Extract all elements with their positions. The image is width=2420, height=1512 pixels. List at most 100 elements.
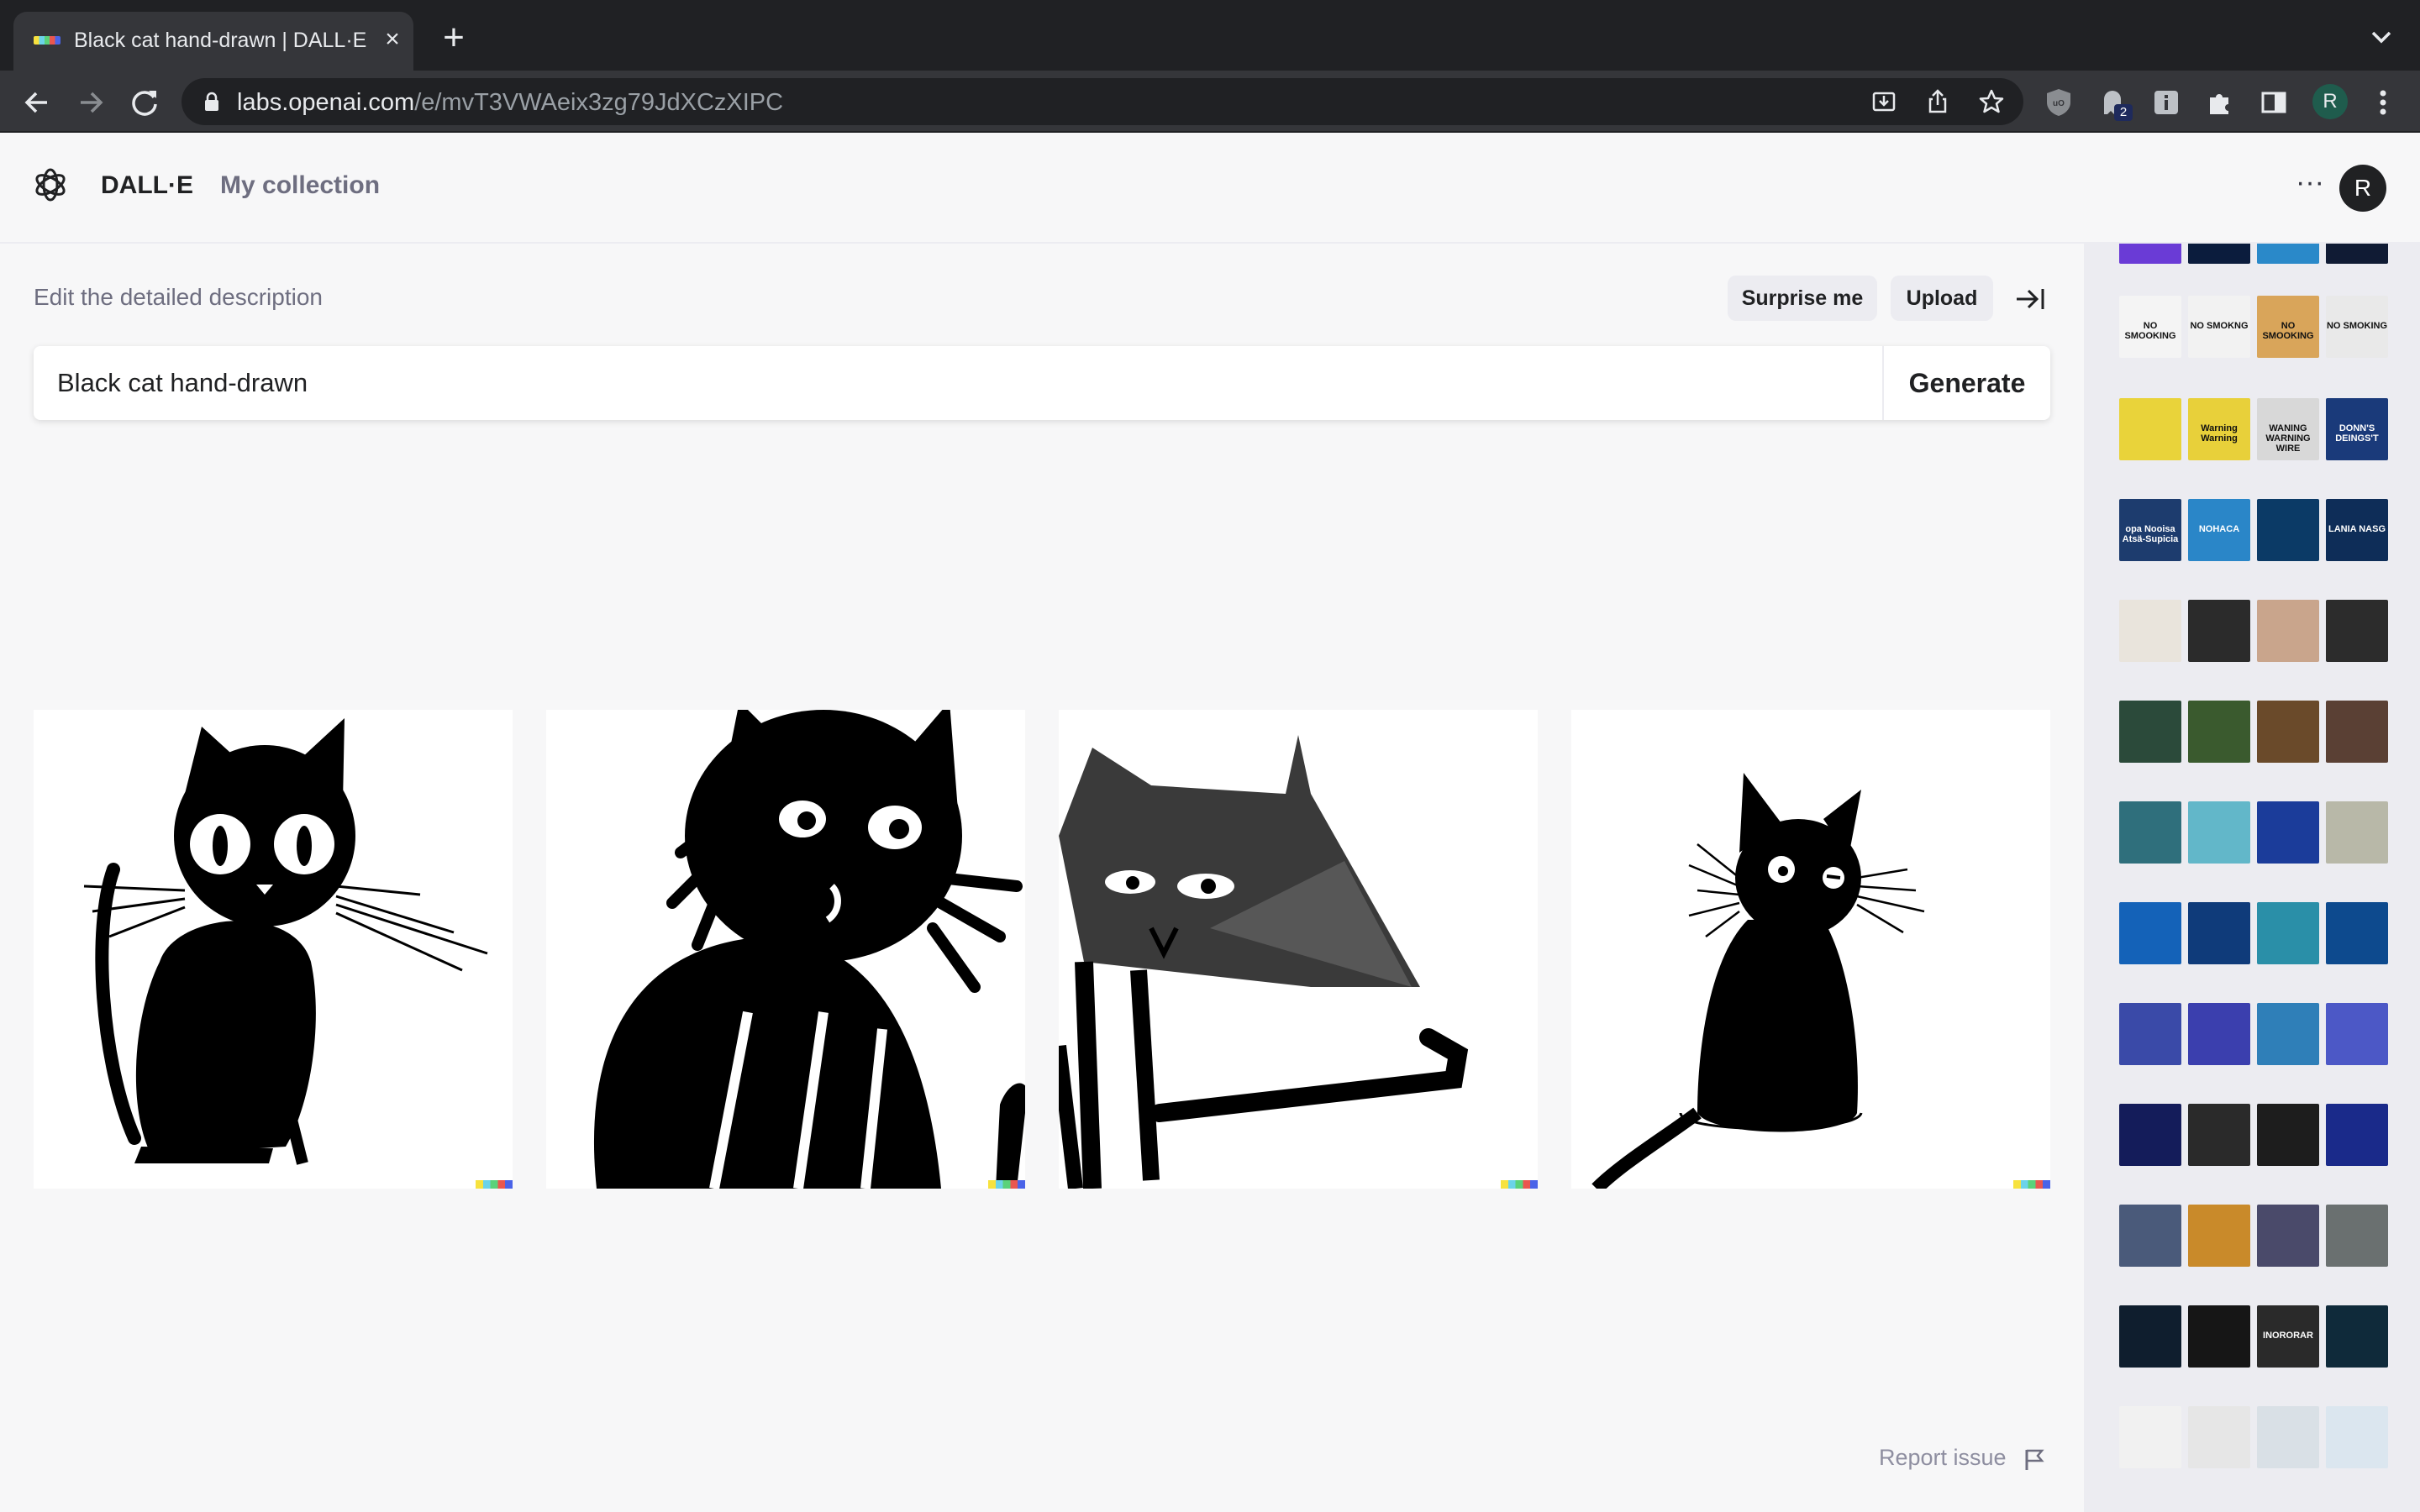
history-thumbnail[interactable] bbox=[2257, 801, 2319, 864]
history-thumbnail[interactable] bbox=[2119, 398, 2181, 460]
history-thumbnail[interactable] bbox=[2188, 801, 2250, 864]
history-thumbnail[interactable] bbox=[2188, 902, 2250, 964]
history-row-isometric-machines[interactable] bbox=[2119, 1406, 2388, 1468]
history-thumbnail[interactable] bbox=[2326, 600, 2388, 662]
prompt-input[interactable] bbox=[57, 346, 1872, 420]
result-image-1[interactable] bbox=[34, 710, 513, 1189]
forward-arrow-icon[interactable] bbox=[74, 86, 108, 119]
more-options-icon[interactable]: ··· bbox=[2292, 168, 2328, 197]
history-row-sunsets[interactable] bbox=[2119, 1205, 2388, 1267]
history-thumbnail[interactable] bbox=[2257, 499, 2319, 561]
history-thumbnail[interactable] bbox=[2119, 1205, 2181, 1267]
address-bar[interactable]: labs.openai.com/e/mvT3VWAeix3zg79JdXCzXI… bbox=[182, 78, 2023, 125]
reload-icon[interactable] bbox=[128, 86, 161, 119]
history-thumbnail[interactable] bbox=[2257, 1104, 2319, 1166]
bookmark-star-icon[interactable] bbox=[1978, 88, 2005, 115]
history-thumbnail[interactable]: LANIA NASG bbox=[2326, 499, 2388, 561]
history-thumbnail[interactable]: NO SMOKING bbox=[2326, 296, 2388, 358]
history-thumbnail[interactable] bbox=[2119, 701, 2181, 763]
history-row-no-smoking-signs[interactable]: NO SMOOKING NO SMOKNG NO SMOOKING NO SMOKIN… bbox=[2119, 296, 2388, 358]
history-thumbnail[interactable] bbox=[2188, 1406, 2250, 1468]
collapse-sidebar-icon[interactable] bbox=[2013, 282, 2047, 316]
history-thumbnail[interactable] bbox=[2326, 902, 2388, 964]
history-thumbnail[interactable] bbox=[2326, 701, 2388, 763]
history-thumbnail[interactable] bbox=[2119, 600, 2181, 662]
upload-button[interactable]: Upload bbox=[1891, 276, 1993, 321]
history-thumbnail[interactable] bbox=[2188, 1305, 2250, 1368]
my-collection-link[interactable]: My collection bbox=[220, 171, 380, 200]
browser-profile-avatar[interactable]: R bbox=[2312, 84, 2348, 119]
history-thumbnail[interactable] bbox=[2119, 1406, 2181, 1468]
history-row-fishbowls[interactable] bbox=[2119, 902, 2388, 964]
back-arrow-icon[interactable] bbox=[20, 86, 54, 119]
history-thumbnail[interactable] bbox=[2326, 1305, 2388, 1368]
extensions-puzzle-icon[interactable] bbox=[2203, 86, 2237, 119]
history-thumbnail[interactable] bbox=[2188, 701, 2250, 763]
url-text[interactable]: labs.openai.com/e/mvT3VWAeix3zg79JdXCzXI… bbox=[237, 89, 783, 117]
history-thumbnail[interactable] bbox=[2257, 244, 2319, 264]
browser-tab-active[interactable]: Black cat hand-drawn | DALL·E × bbox=[13, 12, 413, 71]
history-thumbnail[interactable] bbox=[2257, 1406, 2319, 1468]
history-row-musicians[interactable] bbox=[2119, 600, 2388, 662]
history-thumbnail[interactable] bbox=[2326, 801, 2388, 864]
history-thumbnail[interactable] bbox=[2188, 1205, 2250, 1267]
user-avatar[interactable]: R bbox=[2339, 165, 2386, 212]
history-thumbnail[interactable] bbox=[2326, 1104, 2388, 1166]
history-row-peacocks[interactable] bbox=[2119, 801, 2388, 864]
history-thumbnail[interactable] bbox=[2188, 600, 2250, 662]
info-extension-icon[interactable] bbox=[2149, 86, 2183, 119]
flag-icon[interactable] bbox=[2022, 1446, 2047, 1472]
history-thumbnail[interactable]: DONN'S DEINGS'T bbox=[2326, 398, 2388, 460]
new-tab-button[interactable]: + bbox=[437, 19, 471, 56]
history-thumbnail[interactable] bbox=[2257, 600, 2319, 662]
result-image-4[interactable] bbox=[1571, 710, 2050, 1189]
history-thumbnail[interactable] bbox=[2257, 701, 2319, 763]
history-thumbnail[interactable] bbox=[2326, 1406, 2388, 1468]
history-thumbnail[interactable]: NO SMOOKING bbox=[2119, 296, 2181, 358]
history-row-abstract-partial[interactable] bbox=[2119, 244, 2388, 264]
history-row-warning-signs[interactable]: Warning Warning WANING WARNING WIRE DONN'S… bbox=[2119, 398, 2388, 460]
history-thumbnail[interactable] bbox=[2326, 1205, 2388, 1267]
history-row-ufo-cats[interactable] bbox=[2119, 1003, 2388, 1065]
history-thumbnail[interactable]: opa Nooisa Atsä-Supicia bbox=[2119, 499, 2181, 561]
report-issue-link[interactable]: Report issue bbox=[1879, 1445, 2007, 1471]
history-row-dark-abstract[interactable] bbox=[2119, 1104, 2388, 1166]
history-row-jungle-roosters[interactable] bbox=[2119, 701, 2388, 763]
side-panel-icon[interactable] bbox=[2257, 86, 2291, 119]
history-thumbnail[interactable] bbox=[2326, 1003, 2388, 1065]
surprise-me-button[interactable]: Surprise me bbox=[1728, 276, 1877, 321]
history-thumbnail[interactable] bbox=[2119, 244, 2181, 264]
history-thumbnail[interactable] bbox=[2188, 1104, 2250, 1166]
history-thumbnail[interactable] bbox=[2188, 1003, 2250, 1065]
openai-logo-icon[interactable] bbox=[32, 166, 69, 203]
brand-title[interactable]: DALL·E bbox=[101, 171, 193, 200]
history-thumbnail[interactable] bbox=[2326, 244, 2388, 264]
result-image-3[interactable] bbox=[1059, 710, 1538, 1189]
share-icon[interactable] bbox=[1924, 88, 1951, 115]
history-thumbnail[interactable] bbox=[2257, 902, 2319, 964]
history-thumbnail[interactable]: NO SMOOKING bbox=[2257, 296, 2319, 358]
history-thumbnail[interactable] bbox=[2119, 801, 2181, 864]
ghost-extension[interactable]: 2 bbox=[2096, 86, 2133, 121]
tab-search-chevron-icon[interactable] bbox=[2365, 25, 2398, 50]
history-thumbnail[interactable]: Warning Warning bbox=[2188, 398, 2250, 460]
history-row-hooded-figures[interactable]: INORORAR bbox=[2119, 1305, 2388, 1368]
history-row-news-banners[interactable]: opa Nooisa Atsä-Supicia NOHACA LANIA NASG bbox=[2119, 499, 2388, 561]
history-thumbnail[interactable]: NOHACA bbox=[2188, 499, 2250, 561]
history-thumbnail[interactable] bbox=[2257, 1205, 2319, 1267]
history-thumbnail[interactable]: INORORAR bbox=[2257, 1305, 2319, 1368]
browser-menu-kebab-icon[interactable] bbox=[2366, 86, 2400, 119]
lock-icon[interactable] bbox=[203, 92, 220, 112]
history-thumbnail[interactable]: NO SMOKNG bbox=[2188, 296, 2250, 358]
history-thumbnail[interactable] bbox=[2119, 1305, 2181, 1368]
history-thumbnail[interactable] bbox=[2119, 1104, 2181, 1166]
history-thumbnail[interactable] bbox=[2119, 902, 2181, 964]
close-tab-icon[interactable]: × bbox=[378, 25, 407, 54]
history-thumbnail[interactable]: WANING WARNING WIRE bbox=[2257, 398, 2319, 460]
history-thumbnail[interactable] bbox=[2257, 1003, 2319, 1065]
history-thumbnail[interactable] bbox=[2188, 244, 2250, 264]
generate-button[interactable]: Generate bbox=[1884, 346, 2050, 420]
install-app-icon[interactable] bbox=[1870, 88, 1897, 115]
history-thumbnail[interactable] bbox=[2119, 1003, 2181, 1065]
result-image-2[interactable] bbox=[546, 710, 1025, 1189]
